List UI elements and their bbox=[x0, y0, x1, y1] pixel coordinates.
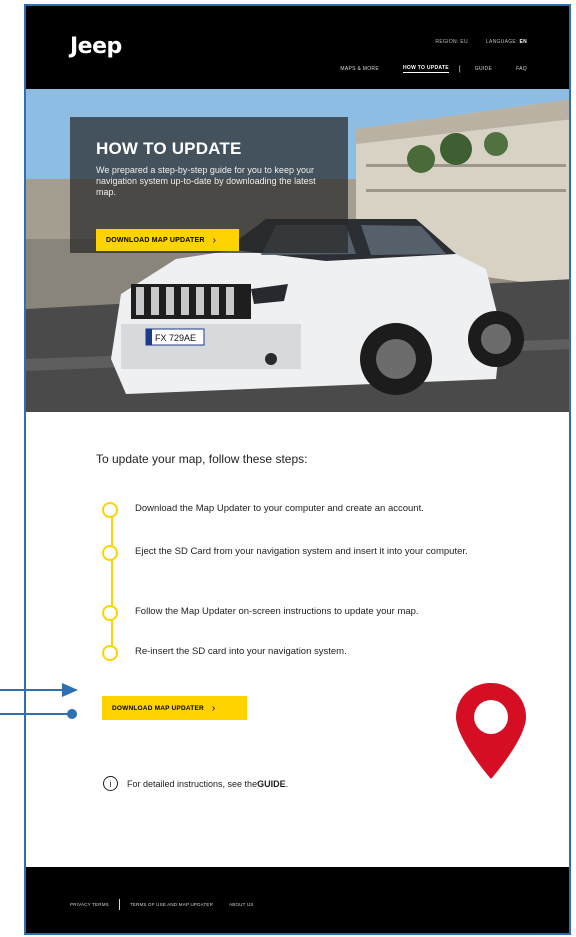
step-bullet-icon bbox=[102, 605, 118, 621]
hero-download-label: DOWNLOAD MAP UPDATER bbox=[106, 236, 205, 244]
footer-privacy-link[interactable]: PRIVACY TERMS bbox=[70, 902, 109, 907]
step-text: Follow the Map Updater on-screen instruc… bbox=[135, 606, 419, 617]
arrow-head-icon bbox=[62, 683, 78, 697]
hero-description: We prepared a step-by-step guide for you… bbox=[96, 165, 316, 197]
steps-intro: To update your map, follow these steps: bbox=[96, 452, 308, 466]
nav-maps-more[interactable]: MAPS & MORE bbox=[340, 66, 379, 72]
step-item: Re-insert the SD card into your navigati… bbox=[102, 644, 347, 662]
language-value: EN bbox=[519, 39, 527, 45]
step-item: Download the Map Updater to your compute… bbox=[102, 501, 424, 519]
hero-download-button[interactable]: DOWNLOAD MAP UPDATER › bbox=[96, 229, 239, 251]
footer-divider bbox=[118, 899, 120, 910]
license-plate: FX 729AE bbox=[155, 333, 196, 343]
step-bullet-icon bbox=[102, 502, 118, 518]
region-selector[interactable]: REGION: EU bbox=[435, 39, 467, 45]
nav-faq[interactable]: FAQ bbox=[516, 66, 527, 72]
footer-about-link[interactable]: ABOUT US bbox=[229, 902, 254, 907]
hero-banner: FX 729AE HOW TO UPDATE We prepared a ste… bbox=[26, 89, 569, 412]
step-bullet-icon bbox=[102, 645, 118, 661]
footer-terms-link[interactable]: TERMS OF USE AND MAP UPDATER bbox=[130, 902, 213, 907]
page-frame: Jeep REGION: EU LANGUAGE: EN MAPS & MORE… bbox=[24, 4, 571, 935]
chevron-right-icon: › bbox=[212, 234, 217, 246]
chevron-right-icon: › bbox=[211, 702, 216, 714]
nav-guide[interactable]: GUIDE bbox=[475, 66, 492, 72]
info-suffix: . bbox=[285, 778, 289, 789]
steps-line bbox=[111, 512, 113, 658]
map-pin-icon bbox=[456, 683, 526, 779]
pointer-dot-icon bbox=[67, 709, 77, 719]
annotation-arrows bbox=[0, 683, 78, 719]
nav-separator: | bbox=[458, 65, 461, 73]
main-nav: MAPS & MORE HOW TO UPDATE | GUIDE FAQ bbox=[316, 65, 527, 73]
guide-link[interactable]: GUIDE bbox=[257, 779, 286, 789]
download-map-updater-button[interactable]: DOWNLOAD MAP UPDATER › bbox=[102, 696, 247, 720]
nav-how-to-update[interactable]: HOW TO UPDATE bbox=[402, 65, 449, 73]
site-footer: PRIVACY TERMS TERMS OF USE AND MAP UPDAT… bbox=[26, 867, 569, 933]
step-text: Eject the SD Card from your navigation s… bbox=[135, 546, 468, 557]
info-prefix: For detailed instructions, see the bbox=[127, 778, 258, 789]
language-selector[interactable]: LANGUAGE: EN bbox=[486, 39, 527, 45]
step-item: Eject the SD Card from your navigation s… bbox=[102, 544, 480, 562]
step-bullet-icon bbox=[102, 545, 118, 561]
info-icon: i bbox=[103, 776, 118, 791]
hero-title: HOW TO UPDATE bbox=[96, 139, 242, 158]
step-text: Re-insert the SD card into your navigati… bbox=[135, 646, 347, 657]
step-text: Download the Map Updater to your compute… bbox=[135, 503, 424, 514]
language-label: LANGUAGE: bbox=[485, 39, 520, 45]
guide-info: i For detailed instructions, see the GUI… bbox=[103, 776, 288, 791]
site-header: Jeep REGION: EU LANGUAGE: EN MAPS & MORE… bbox=[26, 6, 569, 89]
download-label: DOWNLOAD MAP UPDATER bbox=[112, 704, 204, 712]
jeep-logo[interactable]: Jeep bbox=[70, 34, 122, 59]
footer-links: PRIVACY TERMS TERMS OF USE AND MAP UPDAT… bbox=[70, 899, 254, 910]
top-links: REGION: EU LANGUAGE: EN bbox=[435, 39, 527, 45]
step-item: Follow the Map Updater on-screen instruc… bbox=[102, 604, 419, 622]
